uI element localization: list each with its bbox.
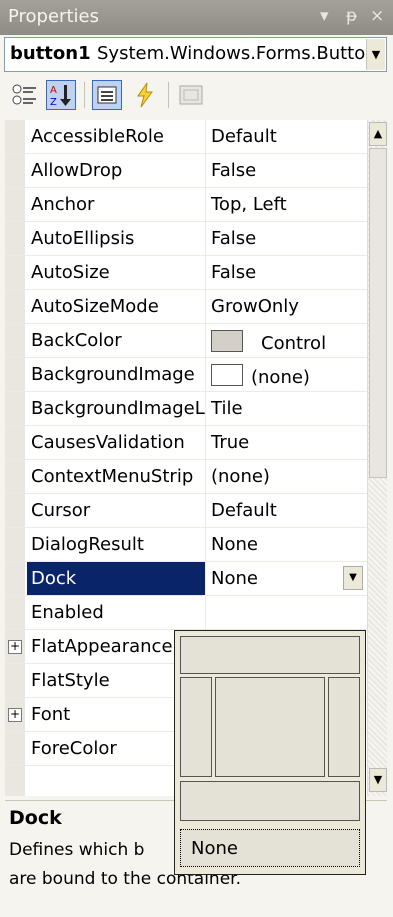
- vertical-scrollbar[interactable]: ▲ ▼: [367, 120, 387, 796]
- dock-left-button[interactable]: [180, 677, 212, 777]
- toolbar: A Z: [0, 74, 393, 116]
- property-name: BackgroundImageLayout: [31, 398, 205, 419]
- property-row[interactable]: ContextMenuStrip (none): [5, 460, 367, 494]
- description-title: Dock: [9, 807, 62, 829]
- toolbar-separator: [84, 82, 85, 108]
- image-swatch: [211, 364, 243, 386]
- property-row[interactable]: AutoSize False: [5, 256, 367, 290]
- property-value[interactable]: None: [211, 534, 363, 555]
- property-value[interactable]: Tile: [211, 398, 363, 419]
- chevron-down-icon[interactable]: ▼: [343, 566, 363, 590]
- property-value[interactable]: Top, Left: [211, 194, 363, 215]
- toolbar-separator: [168, 82, 169, 108]
- object-type: System.Windows.Forms.Button: [97, 43, 369, 64]
- expand-icon[interactable]: +: [8, 708, 22, 722]
- property-value[interactable]: Control: [211, 330, 363, 354]
- events-icon[interactable]: [130, 80, 160, 110]
- property-value[interactable]: False: [211, 262, 363, 283]
- svg-text:A: A: [50, 85, 57, 96]
- property-name: Enabled: [31, 602, 104, 623]
- properties-window: Properties ▾ ᵽ × button1 System.Windows.…: [0, 0, 393, 917]
- chevron-down-icon[interactable]: ▼: [366, 39, 385, 70]
- property-value[interactable]: (none): [211, 364, 363, 388]
- property-value[interactable]: None: [211, 568, 363, 589]
- scroll-down-icon[interactable]: ▼: [369, 768, 387, 792]
- window-title: Properties: [8, 6, 99, 27]
- properties-icon[interactable]: [92, 80, 122, 110]
- image-name: (none): [251, 367, 310, 388]
- property-value[interactable]: False: [211, 160, 363, 181]
- dock-fill-button[interactable]: [215, 677, 325, 777]
- property-row[interactable]: BackgroundImageLayout Tile: [5, 392, 367, 426]
- title-bar: Properties ▾ ᵽ ×: [0, 0, 393, 35]
- property-name: AccessibleRole: [31, 126, 164, 147]
- property-pages-icon[interactable]: [176, 80, 206, 110]
- property-name: Cursor: [31, 500, 91, 521]
- property-row[interactable]: CausesValidation True: [5, 426, 367, 460]
- expand-icon[interactable]: +: [8, 640, 22, 654]
- property-value[interactable]: GrowOnly: [211, 296, 363, 317]
- categorized-icon[interactable]: [10, 80, 40, 110]
- property-value[interactable]: False: [211, 228, 363, 249]
- property-row[interactable]: BackgroundImage (none): [5, 358, 367, 392]
- property-row[interactable]: BackColor Control: [5, 324, 367, 358]
- property-name: BackColor: [31, 330, 122, 351]
- property-name: AutoEllipsis: [31, 228, 135, 249]
- dock-editor: None: [174, 630, 366, 875]
- property-row-selected[interactable]: Dock None ▼: [5, 562, 367, 596]
- object-name: button1: [10, 43, 91, 64]
- dock-bottom-button[interactable]: [180, 781, 360, 821]
- color-name: Control: [261, 333, 327, 354]
- property-row[interactable]: AutoEllipsis False: [5, 222, 367, 256]
- window-position-dropdown-icon[interactable]: ▾: [320, 6, 329, 26]
- property-value[interactable]: Default: [211, 126, 363, 147]
- object-selector[interactable]: button1 System.Windows.Forms.Button ▼: [4, 37, 387, 72]
- dock-none-button[interactable]: None: [180, 829, 360, 867]
- property-name: AllowDrop: [31, 160, 123, 181]
- close-icon[interactable]: ×: [370, 6, 384, 26]
- property-row[interactable]: Cursor Default: [5, 494, 367, 528]
- property-row[interactable]: Anchor Top, Left: [5, 188, 367, 222]
- property-value[interactable]: (none): [211, 466, 363, 487]
- property-name: ContextMenuStrip: [31, 466, 194, 487]
- dock-top-button[interactable]: [180, 636, 360, 674]
- property-row[interactable]: DialogResult None: [5, 528, 367, 562]
- alphabetical-icon[interactable]: A Z: [46, 80, 76, 110]
- property-row[interactable]: AutoSizeMode GrowOnly: [5, 290, 367, 324]
- property-name: BackgroundImage: [31, 364, 195, 385]
- pin-icon[interactable]: ᵽ: [346, 6, 357, 26]
- property-value[interactable]: True: [211, 432, 363, 453]
- property-name: DialogResult: [31, 534, 144, 555]
- property-name: Anchor: [31, 194, 95, 215]
- property-value[interactable]: Default: [211, 500, 363, 521]
- scroll-thumb[interactable]: [369, 148, 387, 478]
- property-name: CausesValidation: [31, 432, 185, 453]
- property-row[interactable]: AllowDrop False: [5, 154, 367, 188]
- property-name: AutoSize: [31, 262, 110, 283]
- dock-right-button[interactable]: [328, 677, 360, 777]
- property-row[interactable]: Enabled: [5, 596, 367, 630]
- scroll-up-icon[interactable]: ▲: [369, 122, 387, 146]
- property-row[interactable]: AccessibleRole Default: [5, 120, 367, 154]
- color-swatch: [211, 330, 243, 352]
- property-name: Dock: [27, 562, 205, 595]
- svg-text:Z: Z: [50, 97, 57, 108]
- description-text-start: Defines which b: [9, 840, 145, 860]
- property-name: AutoSizeMode: [31, 296, 159, 317]
